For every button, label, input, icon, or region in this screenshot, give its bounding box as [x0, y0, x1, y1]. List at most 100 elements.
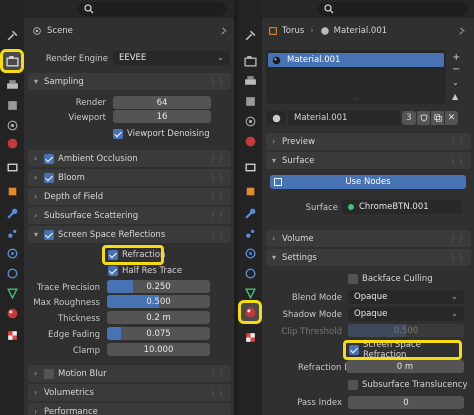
fake-user-button[interactable] — [417, 111, 430, 125]
drag-grip-icon[interactable]: ⋮⋮ — [209, 369, 225, 378]
ambient-occlusion-checkbox[interactable] — [44, 153, 54, 164]
texture-tab[interactable] — [3, 326, 21, 344]
ambient-occlusion-header[interactable]: › Ambient Occlusion ⋮⋮ — [28, 150, 231, 167]
scene-tab[interactable] — [241, 112, 259, 130]
drag-grip-icon[interactable]: ⋮⋮ — [449, 156, 465, 165]
clamp-field[interactable]: 10.000 — [107, 343, 210, 356]
remove-slot-button[interactable]: − — [452, 64, 460, 76]
volumetrics-header[interactable]: › Volumetrics ⋮⋮ — [28, 384, 231, 401]
tool-tab[interactable] — [3, 26, 21, 44]
user-count-button[interactable]: 3 — [402, 111, 416, 125]
modifier-tab[interactable] — [3, 204, 21, 222]
backface-culling-toggle[interactable]: Backface Culling — [348, 274, 433, 284]
object-tab[interactable] — [3, 182, 21, 200]
clip-threshold-slider[interactable]: 0.500 — [348, 324, 464, 337]
drag-grip-icon[interactable]: ⋮⋮ — [209, 77, 225, 86]
surface-header[interactable]: ▾ Surface ⋮⋮ — [266, 152, 471, 169]
bloom-header[interactable]: › Bloom ⋮⋮ — [28, 169, 231, 186]
drag-grip-icon[interactable]: ⋮⋮ — [449, 253, 465, 262]
edge-fading-slider[interactable]: 0.075 — [107, 327, 210, 340]
refraction-depth-field[interactable]: 0 m — [346, 360, 464, 373]
particles-tab[interactable] — [241, 224, 259, 242]
data-tab[interactable] — [3, 284, 21, 302]
use-nodes-button[interactable]: Use Nodes — [270, 175, 466, 189]
view-layer-tab[interactable] — [241, 92, 259, 110]
world-tab[interactable] — [3, 134, 21, 152]
drag-grip-icon[interactable]: ⋮⋮ — [209, 211, 225, 220]
physics-tab[interactable] — [241, 244, 259, 262]
subsurface-translucency-toggle[interactable]: Subsurface Translucency — [348, 380, 468, 390]
ssr-checkbox[interactable] — [44, 229, 54, 240]
drag-grip-icon[interactable]: ⋮⋮ — [449, 137, 465, 146]
unlink-material-button[interactable]: ✕ — [445, 111, 458, 125]
subsurface-scattering-header[interactable]: › Subsurface Scattering ⋮⋮ — [28, 207, 231, 224]
drag-grip-icon[interactable]: ⋮⋮ — [209, 192, 225, 201]
tool-tab[interactable] — [241, 26, 259, 44]
half-res-checkbox[interactable] — [108, 266, 118, 276]
add-slot-button[interactable]: + — [452, 52, 460, 64]
settings-header[interactable]: ▾ Settings ⋮⋮ — [266, 249, 471, 266]
screen-space-refraction-toggle[interactable]: Screen Space Refraction — [343, 340, 462, 360]
pass-index-field[interactable]: 0 — [348, 396, 464, 409]
render-tab[interactable] — [0, 49, 24, 73]
constraints-tab[interactable] — [3, 264, 21, 282]
drag-grip-icon[interactable]: ⋮⋮ — [209, 154, 225, 163]
collection-tab[interactable] — [3, 158, 21, 176]
depth-of-field-header[interactable]: › Depth of Field ⋮⋮ — [28, 188, 231, 205]
shadow-mode-dropdown[interactable]: Opaque ⌄ — [348, 307, 464, 321]
thickness-field[interactable]: 0.2 m — [107, 311, 210, 324]
motion-blur-checkbox[interactable] — [44, 368, 54, 379]
ssr-header[interactable]: ▾ Screen Space Reflections ⋮⋮ — [28, 226, 231, 243]
data-tab[interactable] — [241, 284, 259, 302]
preview-header[interactable]: › Preview ⋮⋮ — [266, 133, 471, 150]
refraction-toggle[interactable]: Refraction — [102, 245, 165, 265]
object-tab[interactable] — [241, 182, 259, 200]
left-search-field[interactable] — [78, 2, 226, 16]
collection-tab[interactable] — [241, 158, 259, 176]
render-samples-field[interactable]: 64 — [113, 96, 211, 109]
half-res-trace-toggle[interactable]: Half Res Trace — [108, 266, 182, 276]
drag-grip-icon[interactable]: ⋮⋮ — [449, 234, 465, 243]
max-roughness-slider[interactable]: 0.500 — [107, 295, 210, 308]
render-engine-dropdown[interactable]: EEVEE ⌄ — [113, 51, 230, 65]
surface-shader-field[interactable]: ChromeBTN.001 — [342, 200, 462, 214]
pin-icon[interactable] — [220, 27, 229, 36]
viewport-samples-field[interactable]: 16 — [113, 110, 211, 123]
ss-refraction-checkbox[interactable] — [349, 345, 359, 355]
material-name-field[interactable]: Material.001 — [288, 111, 400, 125]
modifier-tab[interactable] — [241, 204, 259, 222]
material-slot-item[interactable]: Material.001 — [268, 53, 444, 67]
output-tab[interactable] — [3, 76, 21, 94]
drag-grip-icon[interactable]: ⋮⋮ — [209, 173, 225, 182]
volume-header[interactable]: › Volume ⋮⋮ — [266, 230, 471, 247]
browse-material-button[interactable] — [266, 111, 286, 125]
pin-icon[interactable] — [458, 27, 467, 36]
material-slot-list[interactable]: Material.001 ⋯ — [266, 50, 446, 104]
drag-grip-icon[interactable]: ⋮⋮ — [209, 230, 225, 239]
world-tab[interactable] — [241, 132, 259, 150]
particles-tab[interactable] — [3, 224, 21, 242]
motion-blur-header[interactable]: › Motion Blur ⋮⋮ — [28, 365, 231, 382]
move-slot-up-button[interactable]: ▲ — [452, 90, 460, 104]
right-search-field[interactable] — [318, 2, 468, 16]
texture-tab[interactable] — [241, 328, 259, 346]
performance-header[interactable]: › Performance — [28, 403, 231, 415]
refraction-checkbox[interactable] — [108, 250, 118, 260]
render-tab[interactable] — [241, 52, 259, 70]
duplicate-material-button[interactable] — [431, 111, 444, 125]
backface-culling-checkbox[interactable] — [348, 274, 358, 284]
drag-grip-icon[interactable]: ⋮⋮ — [209, 388, 225, 397]
material-tab[interactable] — [3, 304, 21, 322]
scene-tab[interactable] — [3, 116, 21, 134]
trace-precision-slider[interactable]: 0.250 — [107, 280, 210, 293]
material-tab[interactable] — [238, 300, 262, 324]
view-layer-tab[interactable] — [3, 96, 21, 114]
viewport-denoising-toggle[interactable]: Viewport Denoising — [113, 129, 210, 139]
constraints-tab[interactable] — [241, 264, 259, 282]
physics-tab[interactable] — [3, 244, 21, 262]
subsurface-translucency-checkbox[interactable] — [348, 380, 358, 390]
slot-menu-button[interactable]: ⌄ — [452, 76, 460, 90]
denoising-checkbox[interactable] — [113, 129, 123, 139]
list-resize-grip-icon[interactable]: ⋯ — [352, 95, 359, 103]
sampling-header[interactable]: ▾ Sampling ⋮⋮ — [28, 73, 231, 90]
